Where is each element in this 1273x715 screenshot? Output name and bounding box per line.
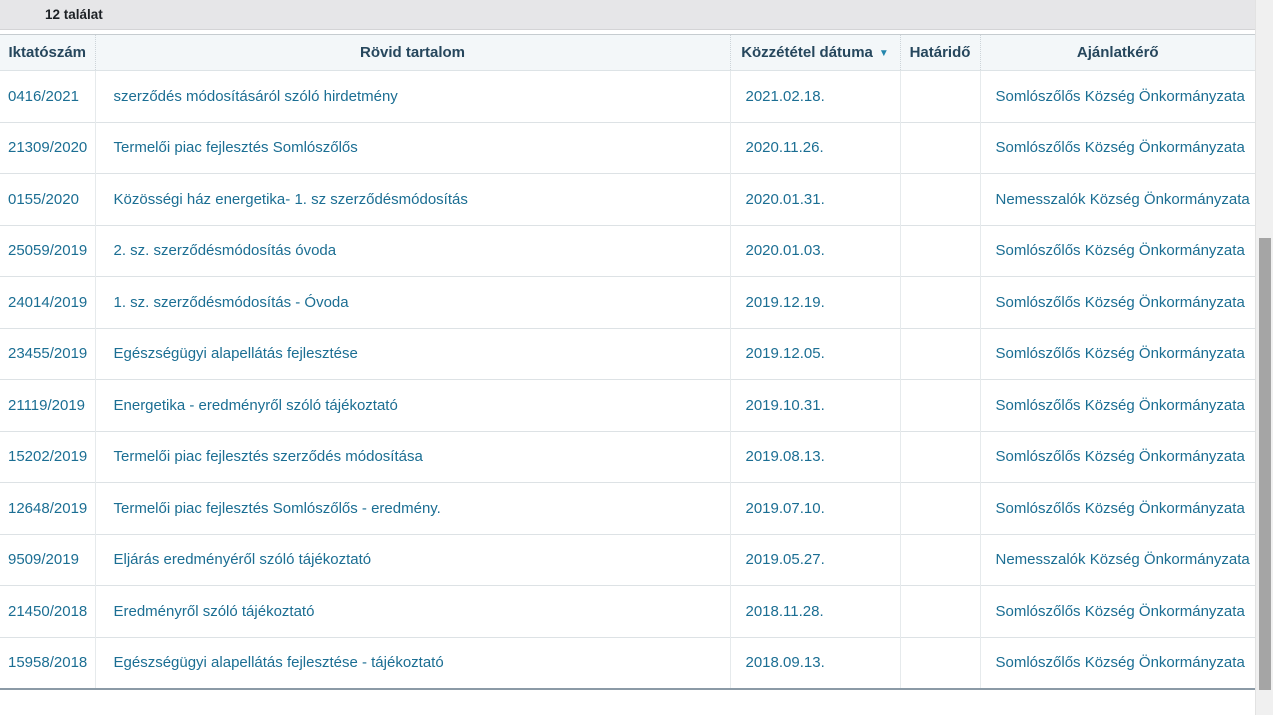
table-row[interactable]: 9509/2019Eljárás eredményéről szóló tájé… xyxy=(0,534,1255,586)
column-header-iktatoszam[interactable]: Iktatószám xyxy=(0,35,95,71)
cell-iktatoszam[interactable]: 0155/2020 xyxy=(0,174,95,226)
cell-iktatoszam[interactable]: 12648/2019 xyxy=(0,483,95,535)
cell-kozzetetel_datuma[interactable]: 2018.11.28. xyxy=(730,586,900,638)
cell-ajanlatkero[interactable]: Somlószőlős Község Önkormányzata xyxy=(980,71,1255,123)
cell-iktatoszam[interactable]: 23455/2019 xyxy=(0,328,95,380)
cell-hatarido[interactable] xyxy=(900,637,980,689)
cell-rovid_tartalom[interactable]: 1. sz. szerződésmódosítás - Óvoda xyxy=(95,277,730,329)
cell-kozzetetel_datuma[interactable]: 2019.05.27. xyxy=(730,534,900,586)
results-bar: 12 találat xyxy=(0,0,1255,30)
column-header-label: Iktatószám xyxy=(8,44,86,61)
cell-iktatoszam[interactable]: 15958/2018 xyxy=(0,637,95,689)
vertical-scrollbar-track[interactable] xyxy=(1255,0,1273,715)
cell-iktatoszam[interactable]: 15202/2019 xyxy=(0,431,95,483)
cell-kozzetetel_datuma[interactable]: 2020.11.26. xyxy=(730,122,900,174)
cell-iktatoszam[interactable]: 25059/2019 xyxy=(0,225,95,277)
column-header-label: Közzététel dátuma xyxy=(741,44,873,61)
cell-hatarido[interactable] xyxy=(900,586,980,638)
cell-kozzetetel_datuma[interactable]: 2019.12.05. xyxy=(730,328,900,380)
cell-ajanlatkero[interactable]: Nemesszalók Község Önkormányzata xyxy=(980,534,1255,586)
cell-iktatoszam[interactable]: 9509/2019 xyxy=(0,534,95,586)
cell-kozzetetel_datuma[interactable]: 2019.08.13. xyxy=(730,431,900,483)
cell-rovid_tartalom[interactable]: Egészségügyi alapellátás fejlesztése - t… xyxy=(95,637,730,689)
column-header-label: Ajánlatkérő xyxy=(1077,44,1159,61)
cell-ajanlatkero[interactable]: Nemesszalók Község Önkormányzata xyxy=(980,174,1255,226)
cell-ajanlatkero[interactable]: Somlószőlős Község Önkormányzata xyxy=(980,380,1255,432)
cell-hatarido[interactable] xyxy=(900,277,980,329)
cell-rovid_tartalom[interactable]: Egészségügyi alapellátás fejlesztése xyxy=(95,328,730,380)
cell-ajanlatkero[interactable]: Somlószőlős Község Önkormányzata xyxy=(980,586,1255,638)
table-header-row: Iktatószám Rövid tartalom Közzététel dát… xyxy=(0,35,1255,71)
table-row[interactable]: 12648/2019Termelői piac fejlesztés Somló… xyxy=(0,483,1255,535)
sort-desc-icon: ▼ xyxy=(879,48,889,59)
cell-hatarido[interactable] xyxy=(900,328,980,380)
cell-rovid_tartalom[interactable]: Eredményről szóló tájékoztató xyxy=(95,586,730,638)
cell-iktatoszam[interactable]: 21119/2019 xyxy=(0,380,95,432)
results-count: 12 találat xyxy=(45,7,103,22)
results-table: Iktatószám Rövid tartalom Közzététel dát… xyxy=(0,34,1255,690)
cell-hatarido[interactable] xyxy=(900,122,980,174)
cell-kozzetetel_datuma[interactable]: 2019.07.10. xyxy=(730,483,900,535)
cell-ajanlatkero[interactable]: Somlószőlős Község Önkormányzata xyxy=(980,637,1255,689)
cell-kozzetetel_datuma[interactable]: 2018.09.13. xyxy=(730,637,900,689)
cell-kozzetetel_datuma[interactable]: 2019.12.19. xyxy=(730,277,900,329)
table-row[interactable]: 24014/20191. sz. szerződésmódosítás - Óv… xyxy=(0,277,1255,329)
cell-kozzetetel_datuma[interactable]: 2019.10.31. xyxy=(730,380,900,432)
cell-rovid_tartalom[interactable]: Termelői piac fejlesztés Somlószőlős xyxy=(95,122,730,174)
cell-iktatoszam[interactable]: 21309/2020 xyxy=(0,122,95,174)
cell-rovid_tartalom[interactable]: szerződés módosításáról szóló hirdetmény xyxy=(95,71,730,123)
cell-ajanlatkero[interactable]: Somlószőlős Község Önkormányzata xyxy=(980,122,1255,174)
cell-ajanlatkero[interactable]: Somlószőlős Község Önkormányzata xyxy=(980,277,1255,329)
vertical-scrollbar-thumb[interactable] xyxy=(1259,238,1271,690)
table-row[interactable]: 0155/2020Közösségi ház energetika- 1. sz… xyxy=(0,174,1255,226)
cell-iktatoszam[interactable]: 21450/2018 xyxy=(0,586,95,638)
table-body: 0416/2021szerződés módosításáról szóló h… xyxy=(0,71,1255,689)
cell-ajanlatkero[interactable]: Somlószőlős Község Önkormányzata xyxy=(980,431,1255,483)
table-row[interactable]: 21450/2018Eredményről szóló tájékoztató2… xyxy=(0,586,1255,638)
table-row[interactable]: 25059/20192. sz. szerződésmódosítás óvod… xyxy=(0,225,1255,277)
cell-kozzetetel_datuma[interactable]: 2021.02.18. xyxy=(730,71,900,123)
cell-hatarido[interactable] xyxy=(900,380,980,432)
cell-iktatoszam[interactable]: 0416/2021 xyxy=(0,71,95,123)
cell-rovid_tartalom[interactable]: Energetika - eredményről szóló tájékozta… xyxy=(95,380,730,432)
cell-kozzetetel_datuma[interactable]: 2020.01.31. xyxy=(730,174,900,226)
table-row[interactable]: 15202/2019Termelői piac fejlesztés szerz… xyxy=(0,431,1255,483)
table-row[interactable]: 21119/2019Energetika - eredményről szóló… xyxy=(0,380,1255,432)
cell-rovid_tartalom[interactable]: Termelői piac fejlesztés Somlószőlős - e… xyxy=(95,483,730,535)
table-header: Iktatószám Rövid tartalom Közzététel dát… xyxy=(0,35,1255,71)
cell-ajanlatkero[interactable]: Somlószőlős Község Önkormányzata xyxy=(980,483,1255,535)
column-header-rovid-tartalom[interactable]: Rövid tartalom xyxy=(95,35,730,71)
cell-rovid_tartalom[interactable]: Eljárás eredményéről szóló tájékoztató xyxy=(95,534,730,586)
cell-ajanlatkero[interactable]: Somlószőlős Község Önkormányzata xyxy=(980,225,1255,277)
cell-hatarido[interactable] xyxy=(900,483,980,535)
table-row[interactable]: 23455/2019Egészségügyi alapellátás fejle… xyxy=(0,328,1255,380)
cell-hatarido[interactable] xyxy=(900,71,980,123)
column-header-ajanlatkero[interactable]: Ajánlatkérő xyxy=(980,35,1255,71)
results-table-wrap: Iktatószám Rövid tartalom Közzététel dát… xyxy=(0,34,1255,690)
column-header-label: Határidő xyxy=(910,44,971,61)
cell-hatarido[interactable] xyxy=(900,174,980,226)
cell-kozzetetel_datuma[interactable]: 2020.01.03. xyxy=(730,225,900,277)
table-row[interactable]: 21309/2020Termelői piac fejlesztés Somló… xyxy=(0,122,1255,174)
cell-rovid_tartalom[interactable]: Közösségi ház energetika- 1. sz szerződé… xyxy=(95,174,730,226)
cell-iktatoszam[interactable]: 24014/2019 xyxy=(0,277,95,329)
cell-hatarido[interactable] xyxy=(900,225,980,277)
cell-rovid_tartalom[interactable]: 2. sz. szerződésmódosítás óvoda xyxy=(95,225,730,277)
cell-rovid_tartalom[interactable]: Termelői piac fejlesztés szerződés módos… xyxy=(95,431,730,483)
cell-ajanlatkero[interactable]: Somlószőlős Község Önkormányzata xyxy=(980,328,1255,380)
column-header-label: Rövid tartalom xyxy=(360,44,465,61)
cell-hatarido[interactable] xyxy=(900,431,980,483)
results-page: 12 találat Iktatószám Rövid tartalom xyxy=(0,0,1273,715)
table-row[interactable]: 0416/2021szerződés módosításáról szóló h… xyxy=(0,71,1255,123)
cell-hatarido[interactable] xyxy=(900,534,980,586)
column-header-kozzetetel-datuma[interactable]: Közzététel dátuma ▼ xyxy=(730,35,900,71)
table-row[interactable]: 15958/2018Egészségügyi alapellátás fejle… xyxy=(0,637,1255,689)
column-header-hatarido[interactable]: Határidő xyxy=(900,35,980,71)
